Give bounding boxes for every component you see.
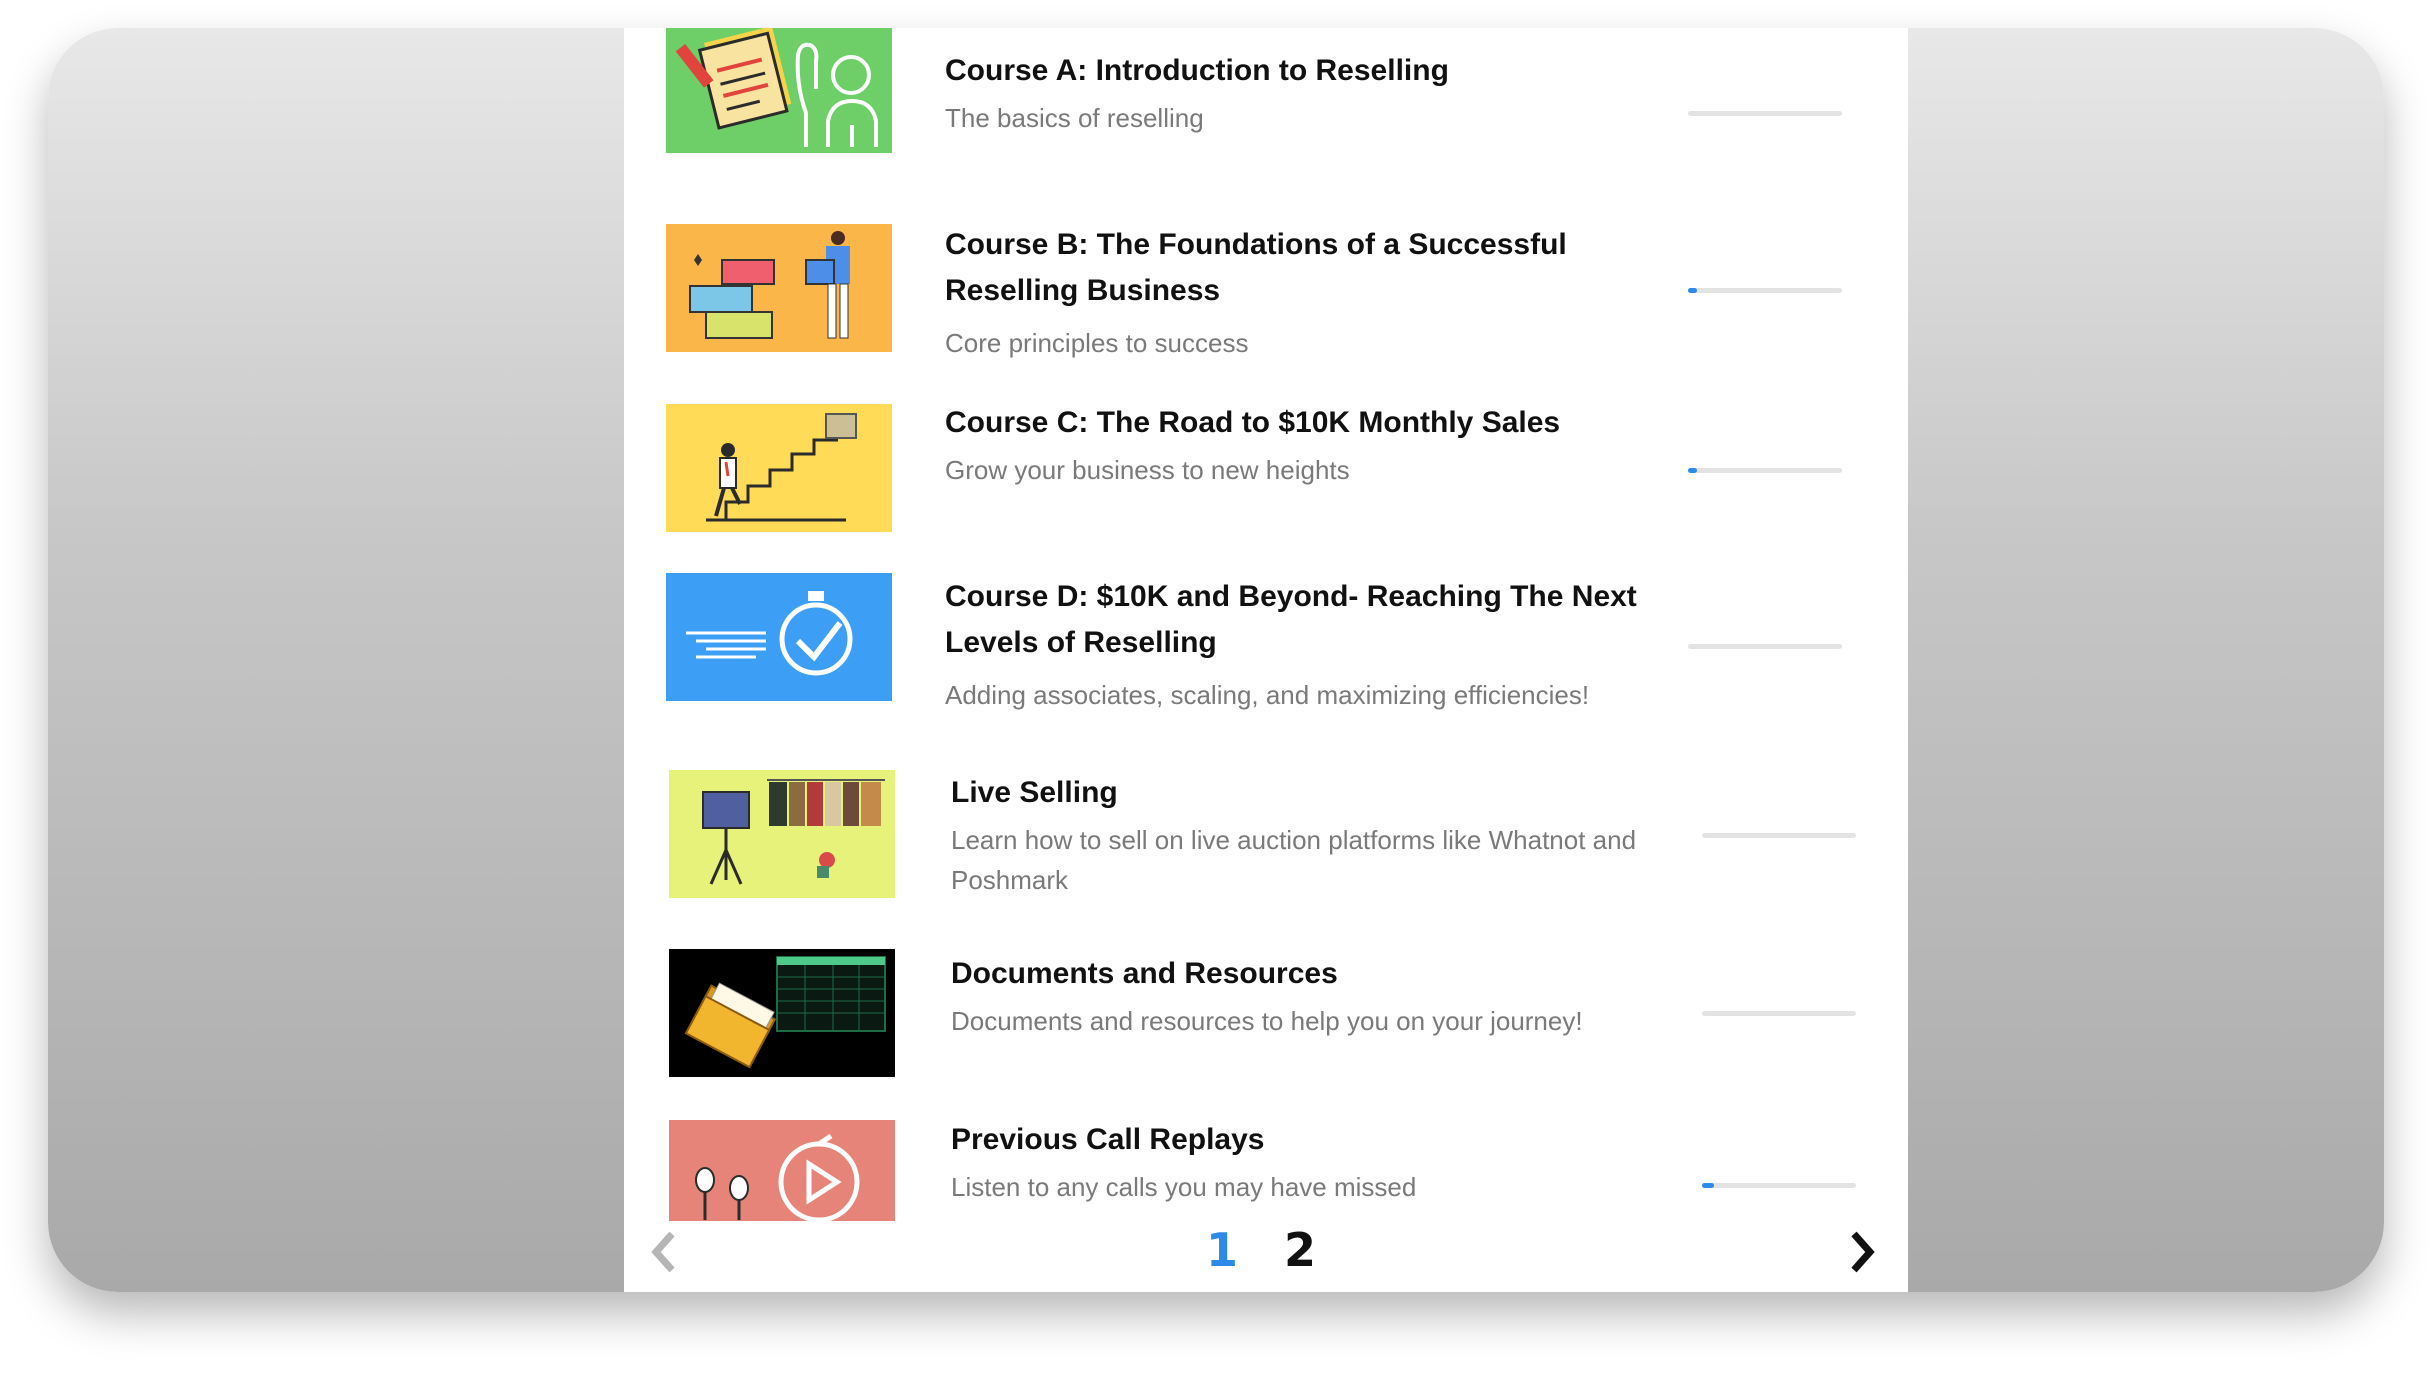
course-subtitle: Core principles to success bbox=[945, 328, 1249, 358]
progress-bar bbox=[1702, 833, 1856, 838]
course-list-panel: Course A: Introduction to Reselling The … bbox=[624, 28, 1908, 1292]
course-item[interactable]: Course B: The Foundations of a Successfu… bbox=[624, 198, 1908, 388]
course-title[interactable]: Course A: Introduction to Reselling bbox=[945, 48, 1585, 94]
course-title[interactable]: Previous Call Replays bbox=[951, 1117, 1651, 1163]
course-subtitle: Listen to any calls you may have missed bbox=[951, 1172, 1417, 1202]
progress-bar bbox=[1688, 111, 1842, 116]
page-2-link[interactable]: 2 bbox=[1284, 1218, 1316, 1282]
progress-fill bbox=[1702, 1183, 1715, 1188]
chevron-right-icon[interactable] bbox=[1842, 1228, 1882, 1276]
course-item[interactable]: Course C: The Road to $10K Monthly Sales… bbox=[624, 388, 1908, 558]
chevron-left-icon[interactable] bbox=[644, 1228, 684, 1276]
course-title[interactable]: Course B: The Foundations of a Successfu… bbox=[945, 222, 1625, 314]
course-thumbnail[interactable] bbox=[669, 949, 895, 1077]
course-item[interactable]: Live Selling Learn how to sell on live a… bbox=[624, 748, 1908, 933]
course-thumbnail[interactable] bbox=[666, 573, 892, 701]
course-item[interactable]: Course D: $10K and Beyond- Reaching The … bbox=[624, 558, 1908, 748]
pagination: 1 2 bbox=[624, 1218, 1908, 1288]
course-subtitle: Documents and resources to help you on y… bbox=[951, 1006, 1583, 1036]
course-thumbnail[interactable] bbox=[669, 770, 895, 898]
course-thumbnail[interactable] bbox=[666, 224, 892, 352]
progress-bar bbox=[1702, 1183, 1856, 1188]
progress-bar bbox=[1688, 644, 1842, 649]
course-title[interactable]: Live Selling bbox=[951, 770, 1651, 816]
page-1-link[interactable]: 1 bbox=[1206, 1218, 1238, 1282]
course-title[interactable]: Course C: The Road to $10K Monthly Sales bbox=[945, 400, 1625, 446]
progress-fill bbox=[1688, 288, 1698, 293]
course-title[interactable]: Course D: $10K and Beyond- Reaching The … bbox=[945, 574, 1645, 666]
course-thumbnail[interactable] bbox=[669, 1120, 895, 1221]
progress-bar bbox=[1702, 1011, 1856, 1016]
course-item[interactable]: Course A: Introduction to Reselling The … bbox=[624, 28, 1908, 198]
app-frame: Course A: Introduction to Reselling The … bbox=[48, 28, 2384, 1292]
progress-bar bbox=[1688, 468, 1842, 473]
course-subtitle: Learn how to sell on live auction platfo… bbox=[951, 825, 1637, 895]
course-item[interactable]: Documents and Resources Documents and re… bbox=[624, 933, 1908, 1103]
course-thumbnail[interactable] bbox=[666, 28, 892, 153]
course-subtitle: Adding associates, scaling, and maximizi… bbox=[945, 680, 1590, 710]
course-thumbnail[interactable] bbox=[666, 404, 892, 532]
course-subtitle: The basics of reselling bbox=[945, 103, 1204, 133]
course-title[interactable]: Documents and Resources bbox=[951, 951, 1651, 997]
course-subtitle: Grow your business to new heights bbox=[945, 455, 1350, 485]
course-item[interactable]: Previous Call Replays Listen to any call… bbox=[624, 1103, 1908, 1221]
progress-fill bbox=[1688, 468, 1698, 473]
progress-bar bbox=[1688, 288, 1842, 293]
